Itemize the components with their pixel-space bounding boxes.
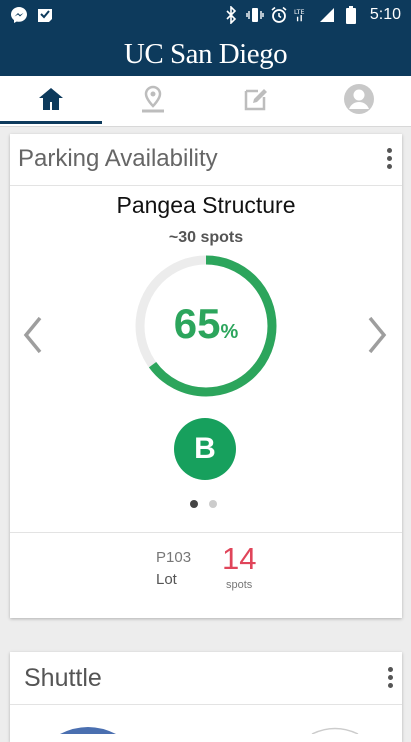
shuttle-stop-icon: [311, 727, 359, 734]
parking-card-title: Parking Availability: [18, 145, 218, 172]
lte-icon: LTE: [294, 6, 312, 24]
shuttle-menu-icon[interactable]: [380, 665, 400, 689]
percent-unit: %: [220, 321, 239, 343]
user-icon: [343, 83, 375, 120]
battery-icon: [342, 6, 360, 24]
tab-feedback[interactable]: [205, 76, 307, 126]
structure-name: Pangea Structure: [116, 192, 296, 218]
card-divider: [10, 185, 402, 186]
shuttle-card-title: Shuttle: [24, 664, 102, 692]
app-header: UC San Diego: [0, 32, 411, 76]
prev-arrow-icon[interactable]: [20, 314, 44, 356]
availability-percent: 65: [173, 300, 221, 347]
status-bar: LTE 5:10: [0, 0, 411, 32]
carousel-dot[interactable]: [209, 500, 217, 508]
lot-type: Lot: [156, 571, 177, 588]
bluetooth-icon: [222, 6, 240, 24]
carousel-dot[interactable]: [190, 500, 198, 508]
card-divider: [10, 704, 402, 705]
alarm-icon: [270, 6, 288, 24]
svg-text:LTE: LTE: [294, 9, 304, 16]
parking-card: Parking Availability Pangea Structure ~3…: [10, 134, 402, 618]
next-arrow-icon[interactable]: [366, 314, 390, 356]
permit-badge: B: [174, 418, 236, 480]
tab-home[interactable]: [0, 76, 102, 126]
lot-code: P103: [156, 549, 192, 566]
tab-bar: [0, 76, 411, 127]
tab-profile[interactable]: [308, 76, 410, 126]
status-time: 5:10: [369, 6, 401, 23]
card-divider: [10, 532, 402, 533]
spots-approx: ~30 spots: [168, 229, 244, 246]
home-icon: [37, 86, 65, 117]
signal-icon: [318, 6, 336, 24]
carousel-dots: [190, 500, 217, 508]
gauge-label: 65%: [132, 300, 280, 348]
app-logo: UC San Diego: [123, 38, 288, 70]
shuttle-card: Shuttle: [10, 652, 402, 742]
shuttle-stop-icon: [60, 727, 116, 734]
lot-spots-label: spots: [226, 579, 253, 591]
messenger-icon: [10, 6, 28, 24]
vibrate-icon: [246, 6, 264, 24]
lot-spots-count: 14: [222, 541, 257, 576]
tab-map[interactable]: [102, 76, 204, 126]
check-icon: [36, 6, 54, 24]
parking-menu-icon[interactable]: [379, 146, 399, 170]
edit-icon: [242, 85, 270, 118]
map-pin-icon: [139, 84, 167, 119]
